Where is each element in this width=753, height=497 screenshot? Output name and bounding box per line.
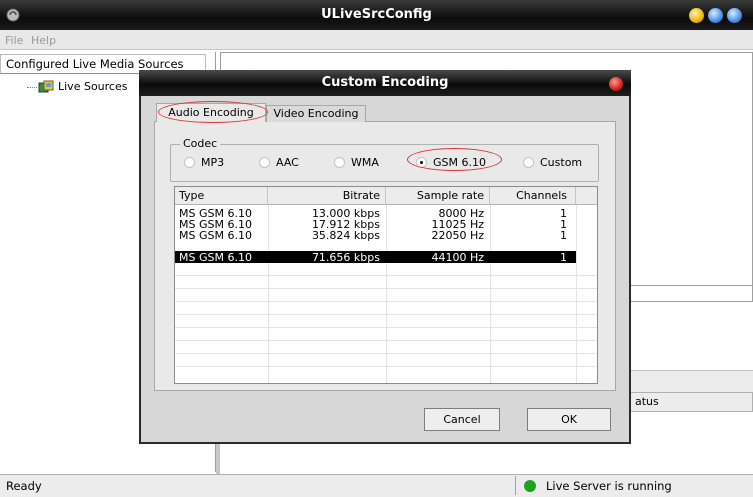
radio-aac[interactable]: AAC xyxy=(259,156,299,170)
column-header-filler xyxy=(576,187,597,205)
live-sources-icon xyxy=(38,80,54,94)
menu-file[interactable]: File xyxy=(5,34,23,47)
row-4-channels[interactable]: 1 xyxy=(490,252,567,263)
grid-col-line xyxy=(576,205,577,383)
status-column-header[interactable]: atus xyxy=(628,392,753,412)
tree-line xyxy=(27,87,37,88)
grid-row-line xyxy=(175,301,597,302)
radio-wma-icon xyxy=(334,157,345,168)
dialog-close-button[interactable] xyxy=(609,77,623,91)
radio-aac-label: AAC xyxy=(276,156,299,169)
radio-custom[interactable]: Custom xyxy=(523,156,582,170)
radio-mp3[interactable]: MP3 xyxy=(184,156,224,170)
tab-video-encoding[interactable]: Video Encoding xyxy=(266,105,366,122)
column-header-type[interactable]: Type xyxy=(175,187,268,205)
minimize-button[interactable] xyxy=(689,8,704,23)
audio-tab-highlight xyxy=(158,101,268,123)
grid-row-line xyxy=(175,327,597,328)
grid-row-line xyxy=(175,288,597,289)
row-2-channels[interactable]: 1 xyxy=(490,219,567,230)
details-separator xyxy=(630,370,753,392)
tree-item-live-sources[interactable]: Live Sources xyxy=(58,80,127,93)
row-3-type[interactable]: MS GSM 6.10 xyxy=(179,230,252,241)
grid-row-line xyxy=(175,275,597,276)
row-4-bitrate[interactable]: 71.656 kbps xyxy=(268,252,380,263)
status-separator xyxy=(515,476,516,495)
gsm-highlight xyxy=(407,148,502,171)
row-3-sample-rate[interactable]: 22050 Hz xyxy=(386,230,484,241)
grid-row-line xyxy=(175,353,597,354)
radio-custom-icon xyxy=(523,157,534,168)
menu-help[interactable]: Help xyxy=(31,34,56,47)
radio-mp3-label: MP3 xyxy=(201,156,225,169)
cancel-button[interactable]: Cancel xyxy=(424,408,500,431)
server-running-icon xyxy=(524,480,536,492)
radio-wma-label: WMA xyxy=(351,156,379,169)
column-header-sample-rate[interactable]: Sample rate xyxy=(386,187,490,205)
grid-row-line xyxy=(175,314,597,315)
ok-button[interactable]: OK xyxy=(527,408,611,431)
server-status-text: Live Server is running xyxy=(546,479,672,493)
details-divider xyxy=(630,285,753,286)
column-header-channels[interactable]: Channels xyxy=(490,187,576,205)
codec-group-label: Codec xyxy=(180,137,221,150)
grid-row-line xyxy=(175,340,597,341)
row-3-channels[interactable]: 1 xyxy=(490,230,567,241)
status-ready: Ready xyxy=(6,479,42,493)
grid-row-line xyxy=(175,366,597,367)
splitter[interactable] xyxy=(216,444,220,474)
row-1-channels[interactable]: 1 xyxy=(490,208,567,219)
maximize-button[interactable] xyxy=(708,8,723,23)
row-4-sample-rate[interactable]: 44100 Hz xyxy=(386,252,484,263)
radio-aac-icon xyxy=(259,157,270,168)
row-3-bitrate[interactable]: 35.824 kbps xyxy=(268,230,380,241)
radio-custom-label: Custom xyxy=(540,156,583,169)
radio-wma[interactable]: WMA xyxy=(334,156,379,170)
column-header-bitrate[interactable]: Bitrate xyxy=(268,187,386,205)
row-4-type[interactable]: MS GSM 6.10 xyxy=(179,252,252,263)
menu-bar xyxy=(0,30,753,50)
dialog-title[interactable]: Custom Encoding xyxy=(139,70,631,96)
radio-mp3-icon xyxy=(184,157,195,168)
close-button[interactable] xyxy=(727,8,742,23)
main-window-title: ULiveSrcConfig xyxy=(321,7,432,22)
